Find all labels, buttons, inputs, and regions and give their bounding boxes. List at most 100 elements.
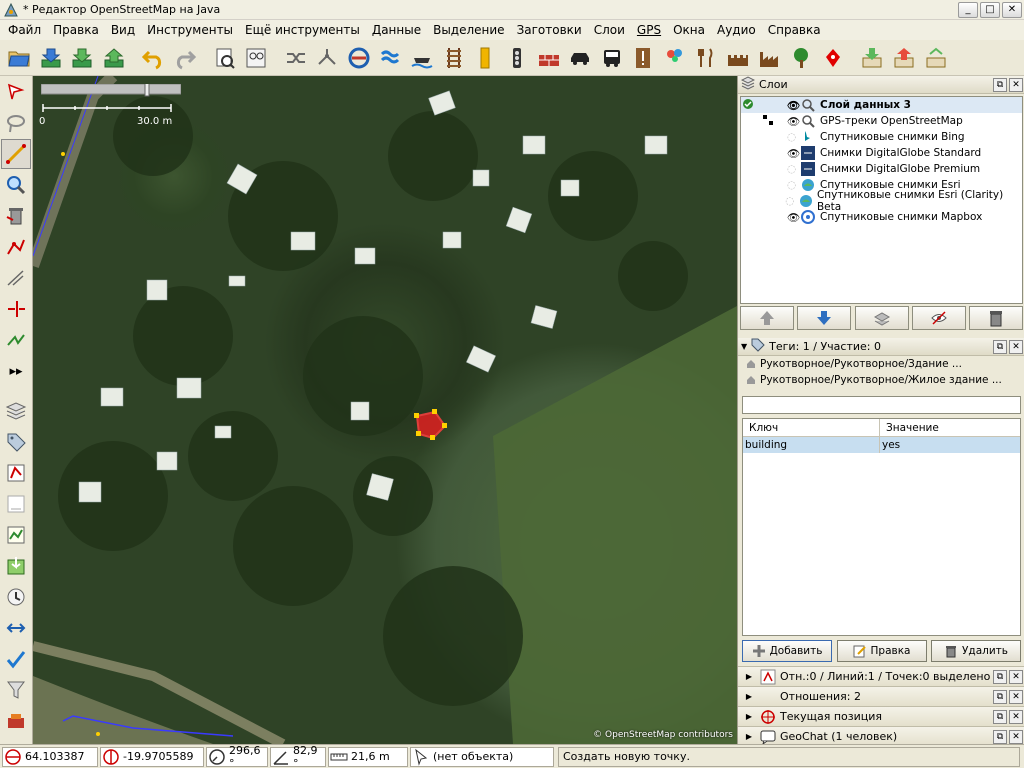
panel-detach-button[interactable]: ⧉ [993,339,1007,354]
panel-detach-button[interactable]: ⧉ [993,709,1007,724]
merge-nodes-icon[interactable] [312,43,342,73]
delete-icon[interactable] [1,201,31,231]
tags-toggle-icon[interactable] [1,427,31,457]
draw-line-icon[interactable] [1,139,31,169]
panel-detach-button[interactable]: ⧉ [993,77,1007,92]
hidden-eye-icon[interactable]: ◌ [787,131,801,143]
maximize-button[interactable]: □ [980,1,1000,18]
relations-icon[interactable] [1,489,31,519]
orthogonalize-icon[interactable] [344,43,374,73]
map-view[interactable]: 0 30.0 m © OpenStreetMap contributors [33,76,737,744]
latitude-field[interactable]: 64.103387 [2,746,98,767]
history-icon[interactable] [1,582,31,612]
upload-layer-icon[interactable] [889,43,919,73]
tree-icon[interactable] [786,43,816,73]
merge-layer-icon[interactable] [854,306,909,330]
hidden-eye-icon[interactable]: ◌ [787,179,801,191]
restaurant-icon[interactable] [691,43,721,73]
menu-more-tools[interactable]: Ещё инструменты [239,20,366,40]
panel-detach-button[interactable]: ⧉ [993,669,1007,684]
shuffle-icon[interactable] [281,43,311,73]
toggle-visibility-icon[interactable] [911,306,966,330]
ferry-icon[interactable] [407,43,437,73]
geochat-panel[interactable]: ▶ GeoChat (1 человек) ⧉ ✕ [738,726,1024,746]
filter-icon[interactable] [1,675,31,705]
move-down-icon[interactable] [797,306,852,330]
add-tag-button[interactable]: Добавить [742,640,832,662]
download-layer-icon[interactable] [857,43,887,73]
minimize-button[interactable]: _ [958,1,978,18]
selection-panel[interactable]: ▶ Отн.:0 / Линий:1 / Точек:0 выделено ⧉ … [738,666,1024,686]
hidden-eye-icon[interactable]: ◌ [787,163,801,175]
selected-building[interactable] [414,409,447,440]
select-icon[interactable] [1,77,31,107]
notes-icon[interactable] [1,706,31,736]
layer-row[interactable]: 👁 Слой данных 3 [741,97,1022,113]
menu-gps[interactable]: GPS [631,20,667,40]
table-row[interactable]: building yes [743,437,1020,453]
panel-close-button[interactable]: ✕ [1009,729,1023,744]
railway-icon[interactable] [439,43,469,73]
layer-row[interactable]: 👁 GPS-треки OpenStreetMap [741,113,1022,129]
panel-detach-button[interactable]: ⧉ [993,689,1007,704]
expand-icon[interactable]: ▸▸ [1,356,31,386]
hidden-eye-icon[interactable]: ◌ [785,195,798,207]
validate-icon[interactable] [1,644,31,674]
panel-close-button[interactable]: ✕ [1009,709,1023,724]
menu-presets[interactable]: Заготовки [511,20,588,40]
collapse-arrow-icon[interactable]: ▼ [741,342,747,351]
panel-close-button[interactable]: ✕ [1009,689,1023,704]
tags-panel-header[interactable]: ▼ Теги: 1 / Участие: 0 ⧉ ✕ [738,338,1024,356]
menu-layers[interactable]: Слои [588,20,631,40]
water-icon[interactable] [376,43,406,73]
delete-tag-button[interactable]: Удалить [931,640,1021,662]
layer-row[interactable]: ◌ Снимки DigitalGlobe Premium [741,161,1022,177]
save-icon[interactable] [67,43,97,73]
preferences-icon[interactable] [210,43,240,73]
longitude-field[interactable]: -19.9705589 [100,746,204,767]
layers-panel-header[interactable]: Слои ⧉ ✕ [738,76,1024,94]
panel-detach-button[interactable]: ⧉ [993,729,1007,744]
lasso-icon[interactable] [1,108,31,138]
layer-row[interactable]: 👁 Снимки DigitalGlobe Standard [741,145,1022,161]
extrude-icon[interactable] [1,325,31,355]
layer-row[interactable]: ◌ Спутниковые снимки Esri (Clarity) Beta [741,189,1022,213]
close-button[interactable]: ✕ [1002,1,1022,18]
marker-icon[interactable] [818,43,848,73]
key-column-header[interactable]: Ключ [743,419,880,436]
value-column-header[interactable]: Значение [880,419,1020,436]
menu-edit[interactable]: Правка [47,20,105,40]
open-file-icon[interactable] [4,43,34,73]
traffic-signals-icon[interactable] [502,43,532,73]
menu-file[interactable]: Файл [2,20,47,40]
menu-help[interactable]: Справка [762,20,827,40]
road-icon[interactable] [470,43,500,73]
split-way-icon[interactable] [1,294,31,324]
panel-close-button[interactable]: ✕ [1009,77,1023,92]
layer-row[interactable]: 👁 Спутниковые снимки Mapbox [741,209,1022,225]
commands-icon[interactable] [1,520,31,550]
factory-icon[interactable] [755,43,785,73]
visible-eye-icon[interactable]: 👁 [787,211,801,224]
wall-icon[interactable] [534,43,564,73]
selection-list-icon[interactable] [1,458,31,488]
undo-icon[interactable] [138,43,168,73]
panel-close-button[interactable]: ✕ [1009,339,1023,354]
exclamation-icon[interactable] [628,43,658,73]
search-presets-icon[interactable] [241,43,271,73]
tag-filter-input[interactable] [742,396,1021,414]
visible-eye-icon[interactable]: 👁 [787,147,801,160]
car-icon[interactable] [565,43,595,73]
castle-icon[interactable] [723,43,753,73]
visible-eye-icon[interactable]: 👁 [787,99,801,112]
bus-icon[interactable] [597,43,627,73]
download-area-icon[interactable] [1,551,31,581]
layers-toggle-icon[interactable] [1,396,31,426]
menu-selection[interactable]: Выделение [427,20,510,40]
map-attribution[interactable]: © OpenStreetMap contributors [593,730,733,740]
menu-tools[interactable]: Инструменты [141,20,239,40]
delete-layer-icon[interactable] [969,306,1023,330]
move-up-icon[interactable] [740,306,794,330]
redo-icon[interactable] [170,43,200,73]
zoom-icon[interactable] [1,170,31,200]
